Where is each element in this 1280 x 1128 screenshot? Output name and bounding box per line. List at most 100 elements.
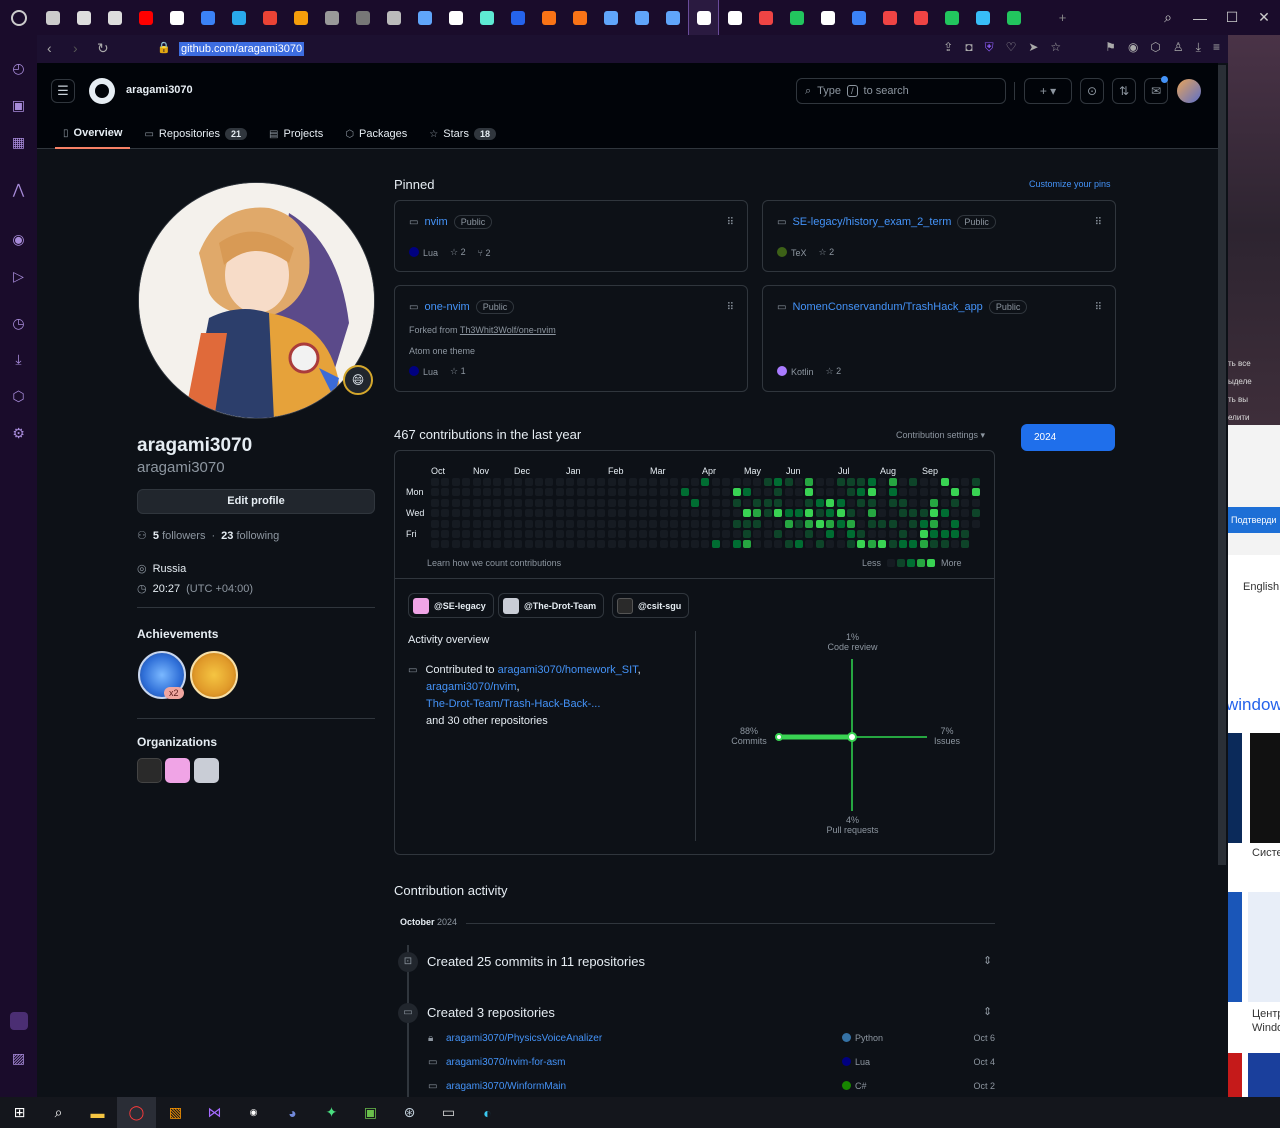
browser-tab[interactable] — [998, 0, 1029, 35]
contribution-day[interactable] — [503, 509, 512, 518]
contribution-day[interactable] — [722, 530, 731, 538]
contribution-day[interactable] — [597, 519, 606, 528]
contribution-day[interactable] — [784, 540, 793, 549]
contribution-day[interactable] — [743, 478, 751, 486]
drag-handle-icon[interactable]: ⠿ — [727, 302, 734, 313]
org-csit-sgu-avatar[interactable] — [137, 758, 162, 783]
contribution-day[interactable] — [961, 519, 970, 528]
contribution-day[interactable] — [847, 530, 855, 538]
contribution-day[interactable] — [847, 509, 855, 518]
contribution-day[interactable] — [763, 509, 772, 518]
contribution-day[interactable] — [524, 498, 533, 507]
contribution-day[interactable] — [701, 530, 710, 538]
contribution-day[interactable] — [784, 519, 793, 528]
contribution-day[interactable] — [462, 509, 471, 518]
contribution-day[interactable] — [472, 530, 481, 538]
contribution-day[interactable] — [805, 498, 814, 507]
contribution-day[interactable] — [899, 530, 907, 538]
browser-tab[interactable] — [595, 0, 626, 35]
contribution-day[interactable] — [805, 509, 814, 518]
contribution-day[interactable] — [462, 540, 471, 549]
contribution-day[interactable] — [607, 488, 616, 497]
contribution-day[interactable] — [940, 478, 949, 486]
contribution-day[interactable] — [649, 498, 658, 507]
contribution-day[interactable] — [524, 488, 533, 497]
contribution-day[interactable] — [711, 509, 720, 518]
contribution-day[interactable] — [628, 478, 637, 486]
contribution-day[interactable] — [826, 498, 835, 507]
contribution-day[interactable] — [899, 478, 907, 486]
contribution-day[interactable] — [774, 530, 783, 538]
maximize-button[interactable]: ☐ — [1216, 9, 1248, 26]
hamburger-menu-button[interactable]: ☰ — [51, 79, 75, 103]
contribution-day[interactable] — [930, 488, 939, 497]
contribution-day[interactable] — [711, 519, 720, 528]
contribution-day[interactable] — [691, 488, 699, 497]
contribution-day[interactable] — [555, 540, 564, 549]
contribution-day[interactable] — [857, 530, 866, 538]
contribution-day[interactable] — [587, 478, 595, 486]
contribution-day[interactable] — [514, 519, 523, 528]
contribution-day[interactable] — [503, 540, 512, 549]
contribution-day[interactable] — [587, 519, 595, 528]
aria-icon[interactable]: ⋀ — [10, 181, 27, 198]
contribution-day[interactable] — [691, 519, 699, 528]
contribution-day[interactable] — [951, 530, 959, 538]
contribution-day[interactable] — [670, 530, 679, 538]
contribution-day[interactable] — [503, 498, 512, 507]
contribution-day[interactable] — [680, 478, 689, 486]
contribution-day[interactable] — [555, 498, 564, 507]
contribution-day[interactable] — [639, 519, 647, 528]
contribution-day[interactable] — [659, 509, 668, 518]
contribution-day[interactable] — [535, 530, 543, 538]
send-icon[interactable]: ▷ — [10, 268, 27, 285]
contribution-day[interactable] — [909, 530, 918, 538]
contribution-day[interactable] — [847, 478, 855, 486]
contribution-day[interactable] — [815, 478, 824, 486]
contribution-day[interactable] — [878, 498, 887, 507]
contribution-day[interactable] — [566, 540, 575, 549]
contribution-day[interactable] — [639, 530, 647, 538]
contribution-day[interactable] — [576, 519, 585, 528]
github-logo-icon[interactable] — [89, 78, 115, 104]
repo-stars-link[interactable]: ☆ 2 — [819, 247, 835, 258]
browser-tab[interactable] — [843, 0, 874, 35]
contribution-day[interactable] — [441, 540, 450, 549]
contribution-day[interactable] — [472, 509, 481, 518]
contribution-day[interactable] — [451, 540, 460, 549]
contribution-day[interactable] — [524, 540, 533, 549]
contribution-day[interactable] — [639, 488, 647, 497]
browser-tab[interactable] — [68, 0, 99, 35]
contribution-day[interactable] — [524, 519, 533, 528]
contribution-day[interactable] — [826, 519, 835, 528]
contribution-day[interactable] — [514, 478, 523, 486]
contribution-day[interactable] — [711, 488, 720, 497]
contribution-day[interactable] — [940, 519, 949, 528]
contribution-day[interactable] — [961, 540, 970, 549]
contribution-day[interactable] — [618, 478, 627, 486]
contribution-day[interactable] — [732, 530, 741, 538]
contribution-day[interactable] — [597, 478, 606, 486]
contribution-day[interactable] — [888, 488, 897, 497]
create-new-button[interactable]: + ▾ — [1024, 78, 1072, 104]
contribution-day[interactable] — [587, 509, 595, 518]
contribution-day[interactable] — [763, 498, 772, 507]
browser-tab[interactable] — [502, 0, 533, 35]
contribution-day[interactable] — [628, 530, 637, 538]
repo-stars-link[interactable]: ☆ 2 — [450, 247, 466, 258]
contribution-day[interactable] — [659, 498, 668, 507]
contribution-day[interactable] — [483, 498, 491, 507]
download-icon[interactable]: ⤓ — [1196, 40, 1201, 55]
contribution-day[interactable] — [472, 519, 481, 528]
user-icon[interactable]: ♙ — [1173, 40, 1184, 55]
contribution-day[interactable] — [909, 478, 918, 486]
contribution-day[interactable] — [649, 530, 658, 538]
contribution-day[interactable] — [555, 488, 564, 497]
contribution-day[interactable] — [462, 530, 471, 538]
contribution-day[interactable] — [649, 509, 658, 518]
contribution-day[interactable] — [774, 540, 783, 549]
contribution-day[interactable] — [659, 488, 668, 497]
contribution-day[interactable] — [930, 478, 939, 486]
contribution-day[interactable] — [826, 478, 835, 486]
contribution-day[interactable] — [971, 478, 980, 486]
